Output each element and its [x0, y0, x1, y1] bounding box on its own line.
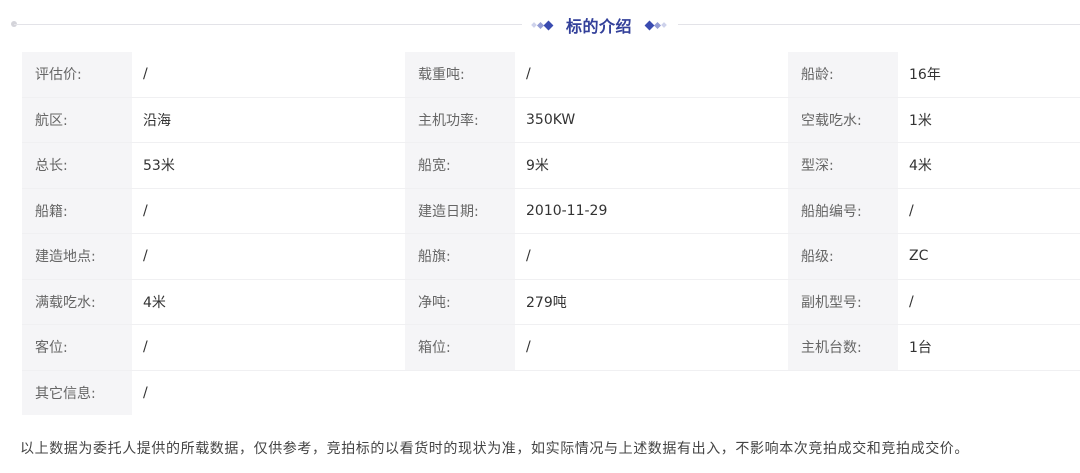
section-header: 标的介绍 [0, 0, 1080, 50]
field-value: 53米 [143, 158, 175, 175]
field-registry: 船籍: / [22, 188, 405, 233]
field-value: 1米 [909, 112, 932, 129]
field-label: 副机型号: [788, 279, 898, 324]
field-value: / [909, 202, 914, 219]
field-molded-depth: 型深: 4米 [788, 143, 1080, 188]
diamond-decoration-left-icon [531, 20, 554, 30]
header-divider-left [14, 24, 522, 25]
field-label: 空载吃水: [788, 97, 898, 142]
field-build-location: 建造地点: / [22, 234, 405, 279]
field-assessed-price: 评估价: / [22, 52, 405, 97]
field-overall-length: 总长: 53米 [22, 143, 405, 188]
field-value: / [143, 248, 148, 265]
table-row: 客位: / 箱位: / 主机台数: 1台 [22, 325, 1080, 371]
field-navigation-area: 航区: 沿海 [22, 97, 405, 142]
field-passenger-capacity: 客位: / [22, 325, 405, 370]
field-value: 350KW [526, 111, 576, 128]
table-row: 航区: 沿海 主机功率: 350KW 空载吃水: 1米 [22, 97, 1080, 143]
field-flag: 船旗: / [405, 234, 788, 279]
field-value: 沿海 [143, 112, 171, 129]
field-class: 船级: ZC [788, 234, 1080, 279]
field-label: 船舶编号: [788, 188, 898, 233]
field-main-engine-power: 主机功率: 350KW [405, 97, 788, 142]
field-value: / [143, 339, 148, 356]
field-other-info: 其它信息: / [22, 370, 314, 415]
field-label: 建造日期: [405, 188, 515, 233]
field-container-capacity: 箱位: / [405, 325, 788, 370]
table-row: 评估价: / 载重吨: / 船龄: 16年 [22, 52, 1080, 98]
field-value: ZC [909, 248, 929, 265]
field-value: 9米 [526, 158, 549, 175]
field-label: 船龄: [788, 52, 898, 97]
field-build-date: 建造日期: 2010-11-29 [405, 188, 788, 233]
field-value: 279吨 [526, 294, 567, 311]
field-label: 建造地点: [22, 234, 132, 279]
field-value: / [526, 339, 531, 356]
table-row: 满载吃水: 4米 净吨: 279吨 副机型号: / [22, 279, 1080, 325]
field-label: 船级: [788, 234, 898, 279]
header-divider-right [678, 24, 1080, 25]
field-value: / [909, 293, 914, 310]
field-label: 载重吨: [405, 52, 515, 97]
field-label: 其它信息: [22, 370, 132, 415]
field-value: 4米 [909, 158, 932, 175]
table-row: 船籍: / 建造日期: 2010-11-29 船舶编号: / [22, 188, 1080, 234]
disclaimer-text: 以上数据为委托人提供的所载数据，仅供参考，竞拍标的以看货时的现状为准，如实际情况… [20, 441, 969, 457]
field-deadweight: 载重吨: / [405, 52, 788, 97]
field-full-load-draft: 满载吃水: 4米 [22, 279, 405, 324]
field-value: / [526, 66, 531, 83]
field-auxiliary-engine-model: 副机型号: / [788, 279, 1080, 324]
field-label: 主机台数: [788, 325, 898, 370]
field-ship-age: 船龄: 16年 [788, 52, 1080, 97]
field-label: 箱位: [405, 325, 515, 370]
field-label: 评估价: [22, 52, 132, 97]
field-value: / [143, 384, 148, 401]
field-label: 船宽: [405, 143, 515, 188]
field-label: 客位: [22, 325, 132, 370]
field-value: / [526, 248, 531, 265]
table-row: 其它信息: / [22, 370, 1080, 415]
field-label: 船旗: [405, 234, 515, 279]
field-value: / [143, 202, 148, 219]
section-title: 标的介绍 [566, 17, 633, 36]
table-row: 建造地点: / 船旗: / 船级: ZC [22, 234, 1080, 280]
field-value: 1台 [909, 340, 932, 357]
field-label: 航区: [22, 97, 132, 142]
vessel-info-table: 评估价: / 载重吨: / 船龄: 16年 航区: 沿海 主机功率: 350KW… [22, 52, 1080, 415]
field-label: 主机功率: [405, 97, 515, 142]
field-main-engine-count: 主机台数: 1台 [788, 325, 1080, 370]
field-net-tonnage: 净吨: 279吨 [405, 279, 788, 324]
field-ship-number: 船舶编号: / [788, 188, 1080, 233]
field-beam: 船宽: 9米 [405, 143, 788, 188]
field-label: 船籍: [22, 188, 132, 233]
header-title-group: 标的介绍 [531, 10, 667, 40]
field-value: / [143, 66, 148, 83]
diamond-decoration-right-icon [644, 20, 667, 30]
field-value: 2010-11-29 [526, 202, 608, 219]
field-label: 净吨: [405, 279, 515, 324]
field-light-draft: 空载吃水: 1米 [788, 97, 1080, 142]
field-value: 4米 [143, 294, 166, 311]
field-value: 16年 [909, 67, 941, 84]
field-label: 型深: [788, 143, 898, 188]
field-label: 总长: [22, 143, 132, 188]
field-label: 满载吃水: [22, 279, 132, 324]
table-row: 总长: 53米 船宽: 9米 型深: 4米 [22, 143, 1080, 189]
